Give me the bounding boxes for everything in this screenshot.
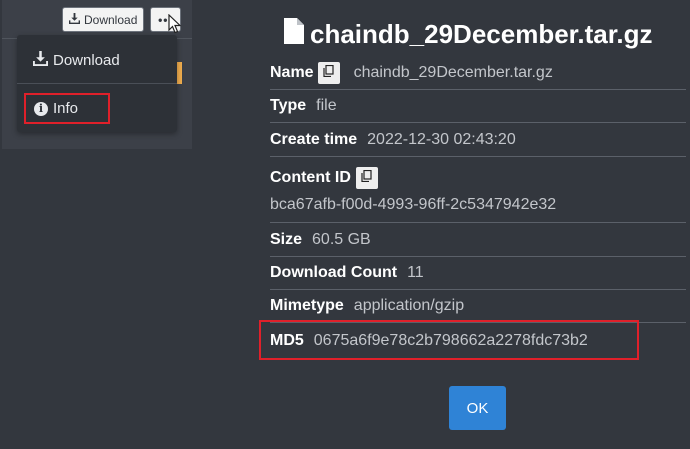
menu-item-info-label: Info [53, 100, 79, 117]
detail-row-type: Type file [270, 90, 686, 123]
menu-item-download-label: Download [53, 51, 120, 69]
download-count-value: 11 [407, 264, 424, 281]
detail-row-size: Size 60.5 GB [270, 223, 686, 257]
copy-content-id-button[interactable] [355, 167, 378, 189]
detail-row-name: Name chaindb_29December.tar.gz [270, 56, 686, 90]
file-icon [284, 18, 304, 51]
menu-item-info[interactable]: i Info [24, 93, 110, 124]
detail-row-mimetype: Mimetype application/gzip [270, 290, 686, 323]
file-details: Name chaindb_29December.tar.gz Type file… [270, 56, 686, 359]
type-label: Type [270, 97, 307, 114]
download-count-label: Download Count [270, 264, 398, 281]
download-icon [69, 12, 80, 27]
detail-row-create-time: Create time 2022-12-30 02:43:20 [270, 123, 686, 157]
download-button[interactable]: Download [62, 7, 145, 32]
menu-divider [17, 83, 177, 84]
create-time-value: 2022-12-30 02:43:20 [367, 130, 516, 148]
detail-row-content-id: Content ID bca67afb-f00d-4993-96ff-2c534… [270, 157, 686, 223]
content-id-header: Content ID [270, 167, 686, 189]
content-id-label: Content ID [270, 169, 351, 186]
copy-icon [361, 169, 372, 187]
card-accent-bar [177, 62, 182, 84]
name-label: Name [270, 63, 314, 81]
type-value: file [316, 97, 337, 114]
card-toolbar: Download ••• [62, 7, 182, 32]
size-value: 60.5 GB [312, 230, 371, 248]
size-label: Size [270, 230, 303, 248]
file-title: chaindb_29December.tar.gz [284, 18, 652, 51]
app-page: Download ••• Download i Info chaindb_29D… [0, 0, 690, 449]
content-id-value: bca67afb-f00d-4993-96ff-2c5347942e32 [270, 196, 557, 213]
download-button-label: Download [84, 12, 138, 27]
name-value: chaindb_29December.tar.gz [353, 63, 553, 81]
md5-highlight-box [259, 320, 639, 360]
ok-button[interactable]: OK [449, 386, 506, 430]
file-title-text: chaindb_29December.tar.gz [310, 19, 653, 49]
copy-icon [323, 64, 334, 82]
menu-item-download[interactable]: Download [17, 49, 177, 71]
detail-row-download-count: Download Count 11 [270, 257, 686, 290]
create-time-label: Create time [270, 130, 358, 148]
mimetype-value: application/gzip [353, 297, 465, 314]
copy-name-button[interactable] [317, 61, 340, 84]
more-options-menu: Download i Info [17, 35, 177, 132]
download-icon [33, 50, 48, 70]
info-icon: i [34, 101, 48, 116]
mimetype-label: Mimetype [270, 297, 344, 314]
